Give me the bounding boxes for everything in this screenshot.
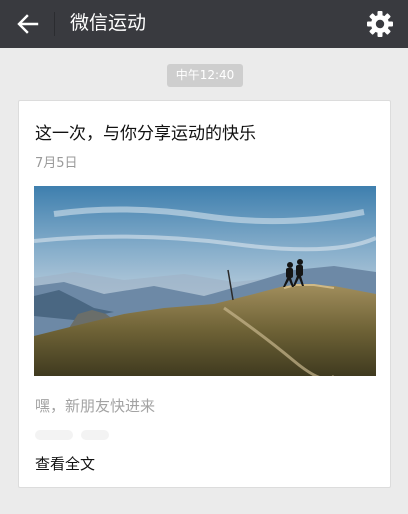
article-card[interactable]: 这一次，与你分享运动的快乐 7月5日 嘿，新朋友快进来 查看全文 [18,100,391,488]
message-timestamp: 中午12:40 [167,64,243,87]
top-bar: 微信运动 [0,0,408,48]
article-date: 7月5日 [35,156,78,171]
settings-button[interactable] [362,7,398,41]
article-cover-image [34,186,376,376]
faded-text-placeholder [35,426,115,442]
article-title: 这一次，与你分享运动的快乐 [35,124,256,144]
header-divider [54,12,55,36]
gear-icon [367,11,393,37]
page-title: 微信运动 [70,12,147,34]
back-button[interactable] [10,7,46,41]
article-description: 嘿，新朋友快进来 [35,397,156,415]
arrow-left-icon [17,14,39,34]
read-full-article-link[interactable]: 查看全文 [35,453,95,474]
